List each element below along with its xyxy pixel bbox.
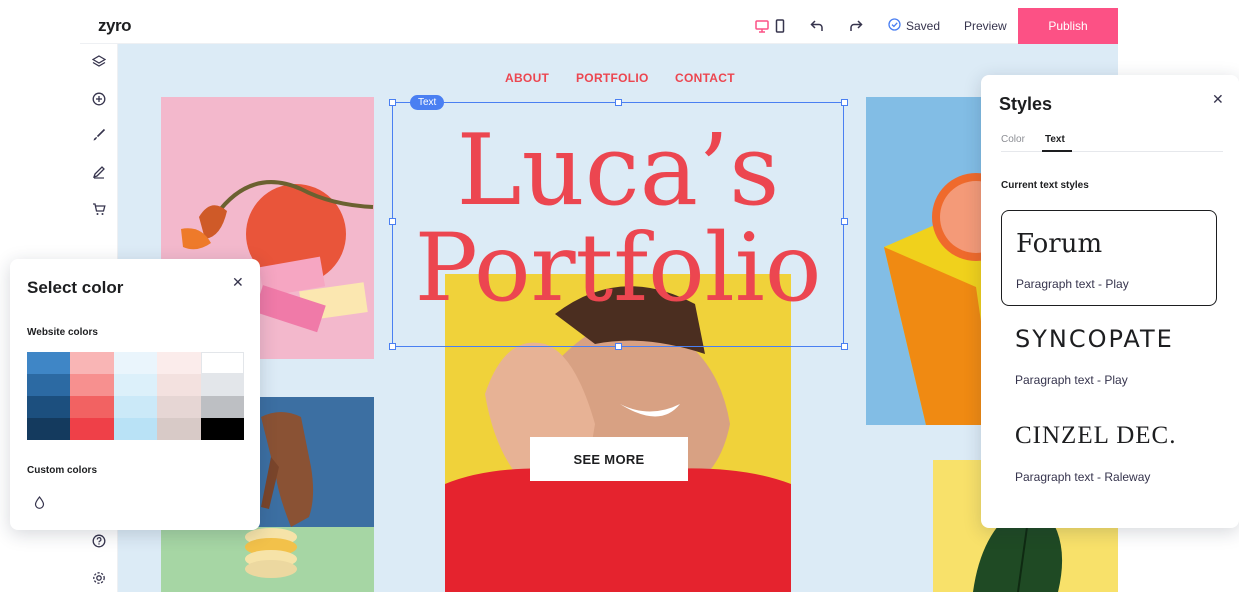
text-selection-box[interactable] [392,102,844,347]
color-swatch[interactable] [113,352,158,374]
resize-handle-tr[interactable] [841,99,848,106]
undo-icon[interactable] [808,17,826,35]
editor-screen: zyro Saved Preview Publish ABOUT PORTFOL… [0,0,1239,592]
resize-handle-br[interactable] [841,343,848,350]
color-swatch[interactable] [113,374,158,396]
font-name-cinzel: CINZEL DEC. [1015,422,1177,449]
settings-gear-icon[interactable] [90,569,108,587]
zyro-logo[interactable]: zyro [98,16,131,36]
close-icon[interactable]: ✕ [1212,91,1224,108]
font-name-syncopate: syncopate [1015,325,1174,353]
website-colors-label: Website colors [27,327,98,338]
color-swatch[interactable] [200,374,244,396]
nav-link-about[interactable]: ABOUT [505,71,549,85]
saved-status: Saved [888,18,940,34]
pen-icon[interactable] [90,163,108,181]
resize-handle-tl[interactable] [389,99,396,106]
color-swatch[interactable] [113,396,158,418]
top-toolbar: zyro Saved Preview Publish [80,8,1118,44]
tab-color[interactable]: Color [1001,134,1025,145]
font-paragraph-cinzel: Paragraph text - Raleway [1015,470,1151,484]
resize-handle-b[interactable] [615,343,622,350]
color-swatch[interactable] [157,396,201,418]
custom-colors-label: Custom colors [27,465,98,476]
font-style-card-cinzel[interactable]: CINZEL DEC. Paragraph text - Raleway [1001,404,1217,500]
color-swatch[interactable] [70,396,114,418]
color-swatch[interactable] [157,374,201,396]
layers-icon[interactable] [90,53,108,71]
desktop-view-icon[interactable] [753,17,771,35]
color-swatch[interactable] [27,396,71,418]
redo-icon[interactable] [847,17,865,35]
color-swatch[interactable] [113,418,158,440]
resize-handle-r[interactable] [841,218,848,225]
color-swatch[interactable] [157,418,201,440]
color-swatch[interactable] [200,396,244,418]
color-swatch[interactable] [70,418,114,440]
color-swatch[interactable] [200,418,244,440]
preview-button[interactable]: Preview [964,19,1007,33]
mobile-view-icon[interactable] [771,17,789,35]
selection-type-tag: Text [410,95,445,110]
color-swatch[interactable] [27,418,71,440]
color-swatch[interactable] [70,352,114,374]
nav-link-portfolio[interactable]: PORTFOLIO [576,71,649,85]
font-name-forum: Forum [1016,229,1103,259]
color-swatch[interactable] [27,374,71,396]
tabs-divider [1001,151,1223,152]
resize-handle-bl[interactable] [389,343,396,350]
select-color-panel: Select color ✕ Website colors Custom col… [10,259,260,530]
color-swatch[interactable] [70,374,114,396]
styles-panel: Styles ✕ Color Text Current text styles … [981,75,1239,528]
help-icon[interactable] [90,532,108,550]
publish-button[interactable]: Publish [1018,8,1118,44]
active-tab-indicator [1042,150,1072,152]
add-element-icon[interactable] [90,90,108,108]
font-style-card-forum[interactable]: Forum Paragraph text - Play [1001,210,1217,306]
select-color-title: Select color [27,278,124,297]
website-color-swatches [27,352,244,440]
styles-title: Styles [999,94,1053,114]
font-style-card-syncopate[interactable]: syncopate Paragraph text - Play [1001,307,1217,403]
brush-icon[interactable] [90,126,108,144]
tab-text[interactable]: Text [1045,134,1065,145]
cart-icon[interactable] [90,200,108,218]
close-icon[interactable]: ✕ [232,274,244,291]
nav-link-contact[interactable]: CONTACT [675,71,735,85]
font-paragraph-forum: Paragraph text - Play [1016,277,1129,291]
color-picker-drop-icon[interactable] [34,496,45,514]
font-paragraph-syncopate: Paragraph text - Play [1015,373,1128,387]
current-text-styles-label: Current text styles [1001,180,1089,191]
color-swatch[interactable] [157,352,201,374]
see-more-button[interactable]: SEE MORE [530,437,688,481]
color-swatch[interactable] [27,352,71,374]
check-circle-icon [888,18,901,34]
color-swatch[interactable] [200,352,244,374]
resize-handle-t[interactable] [615,99,622,106]
saved-label: Saved [906,19,941,33]
resize-handle-l[interactable] [389,218,396,225]
